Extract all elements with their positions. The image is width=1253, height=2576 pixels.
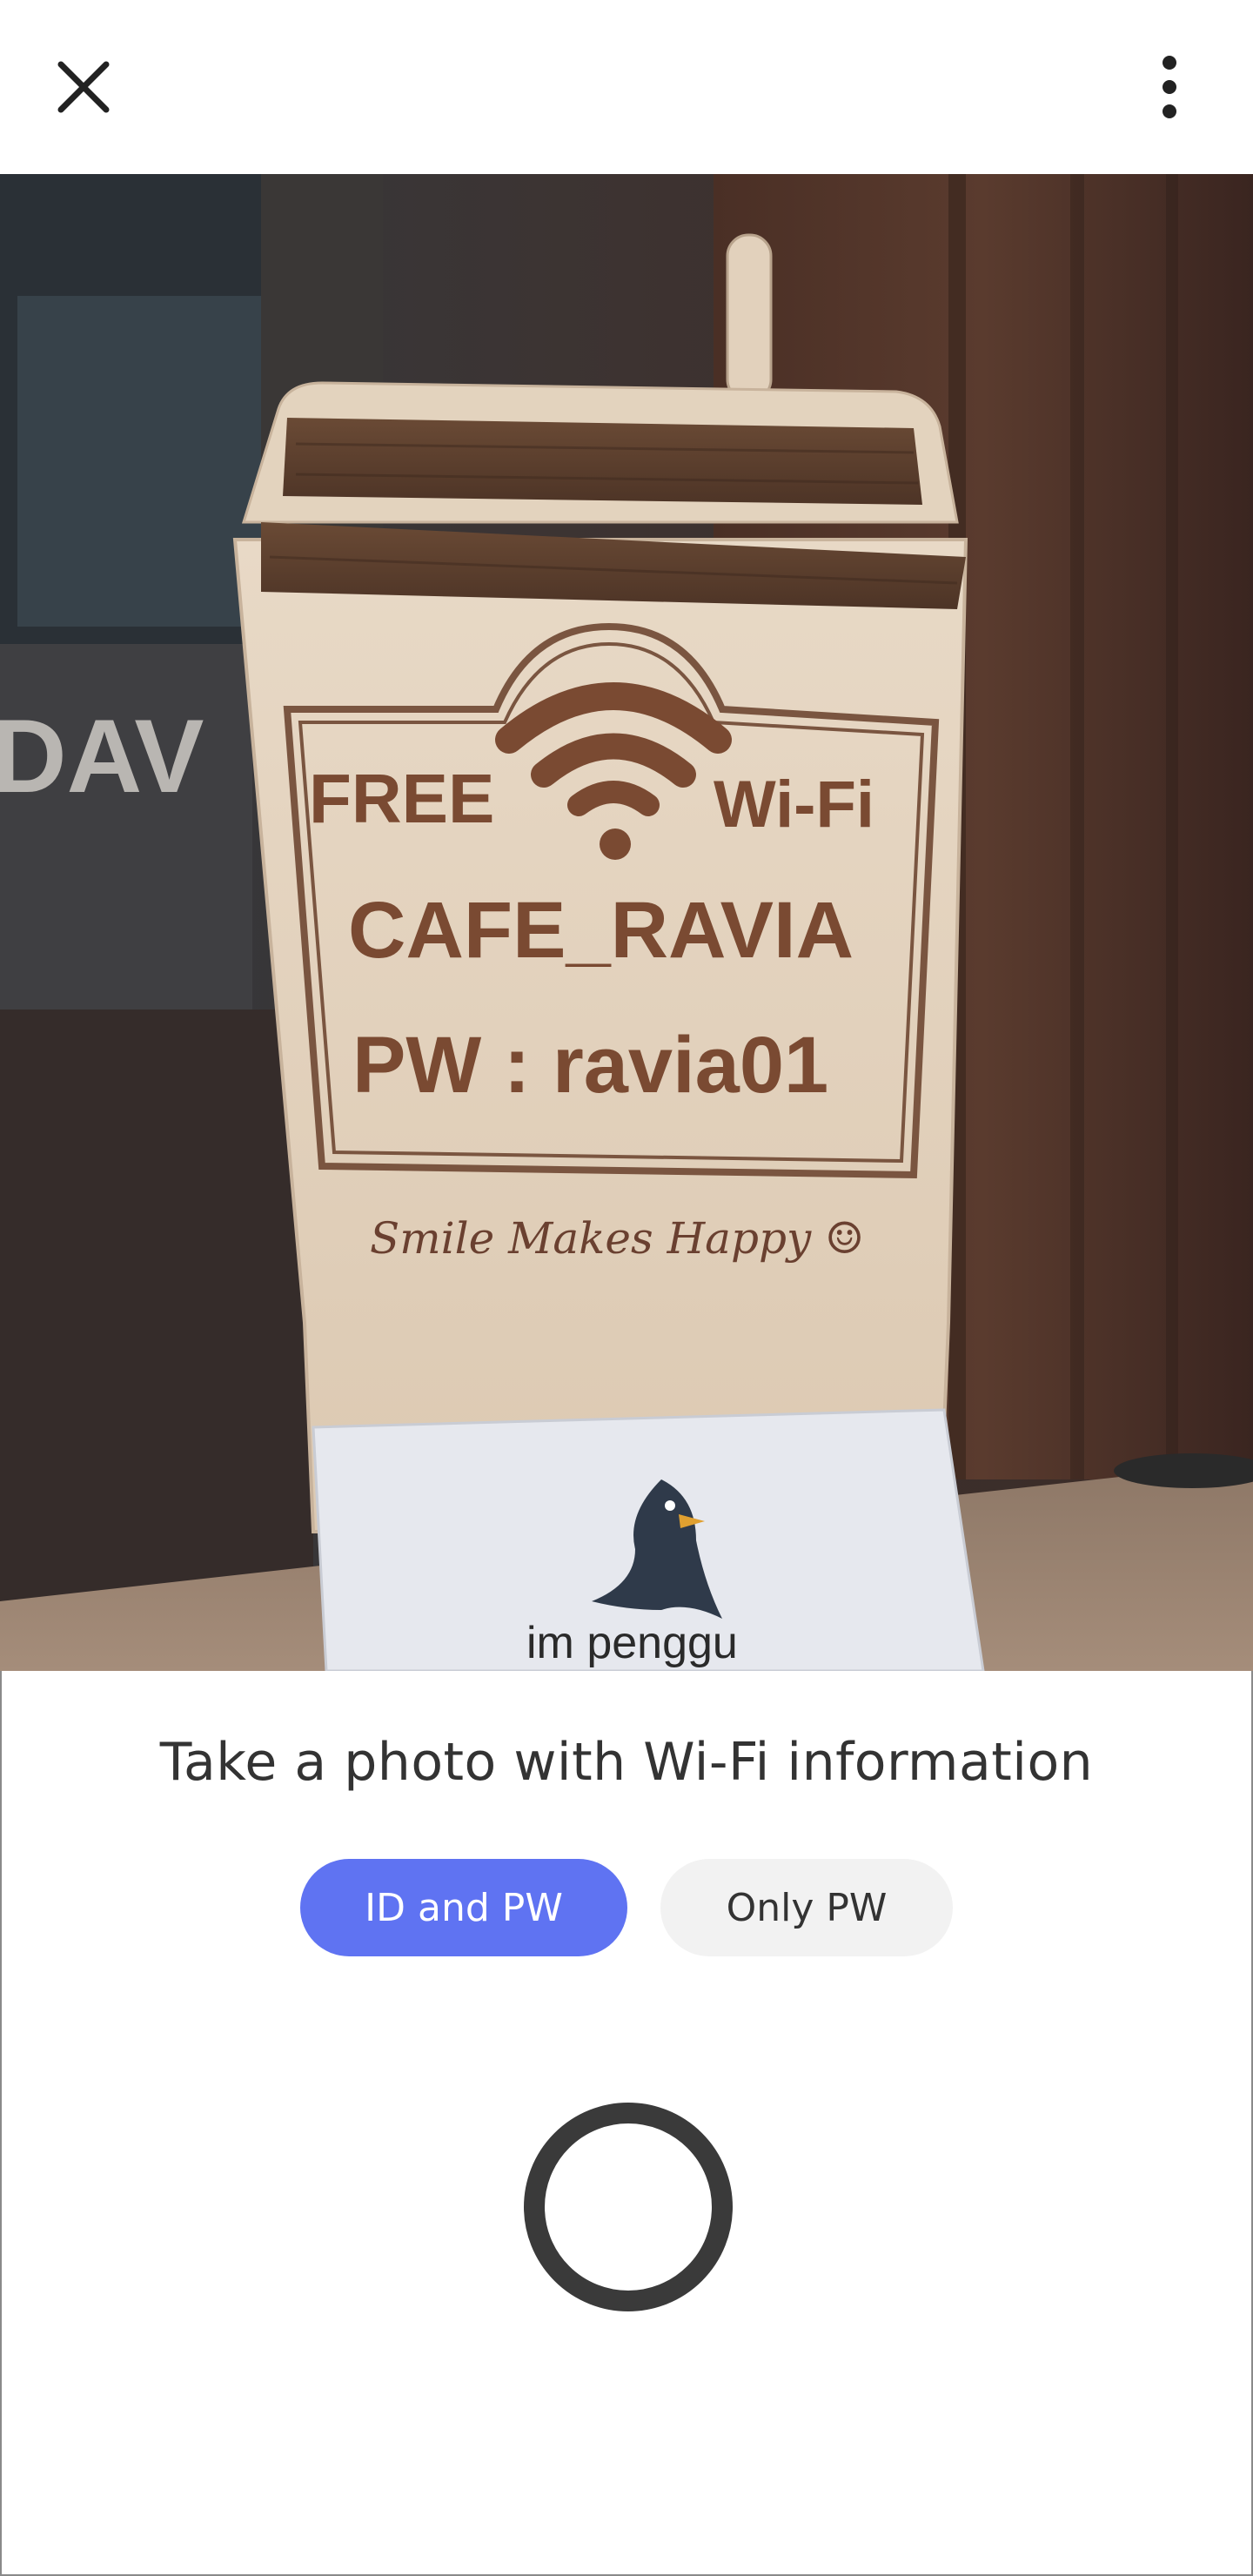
mode-id-and-pw-button[interactable]: ID and PW bbox=[300, 1859, 627, 1956]
instruction-text: Take a photo with Wi-Fi information bbox=[159, 1732, 1094, 1793]
more-options-button[interactable] bbox=[1117, 35, 1222, 139]
shutter-button[interactable] bbox=[524, 2103, 733, 2311]
sign-slogan-text: Smile Makes Happy ☺ bbox=[370, 1213, 864, 1264]
capture-panel: Take a photo with Wi-Fi information ID a… bbox=[0, 1671, 1253, 2576]
close-button[interactable] bbox=[31, 35, 136, 139]
camera-preview: DAV FREE Wi-Fi CAFE_RAVIA PW: ravia01 S… bbox=[0, 174, 1253, 1671]
mode-only-pw-button[interactable]: Only PW bbox=[660, 1859, 953, 1956]
camera-preview-image: DAV FREE Wi-Fi CAFE_RAVIA PW: ravia01 S… bbox=[0, 174, 1253, 1671]
sign-password-text: PW : ravia01 bbox=[352, 1021, 828, 1110]
sign-ssid-text: CAFE_RAVIA bbox=[348, 886, 854, 975]
sign-free-text: FREE bbox=[309, 760, 494, 837]
card-text: im penggu bbox=[526, 1618, 738, 1668]
mode-selector: ID and PW Only PW bbox=[2, 1859, 1251, 1956]
sign-wifi-text: Wi-Fi bbox=[714, 768, 874, 842]
close-icon bbox=[57, 61, 110, 113]
top-bar bbox=[0, 0, 1253, 175]
more-vertical-icon bbox=[1163, 56, 1176, 118]
background-sign-text: DAV bbox=[0, 698, 204, 815]
